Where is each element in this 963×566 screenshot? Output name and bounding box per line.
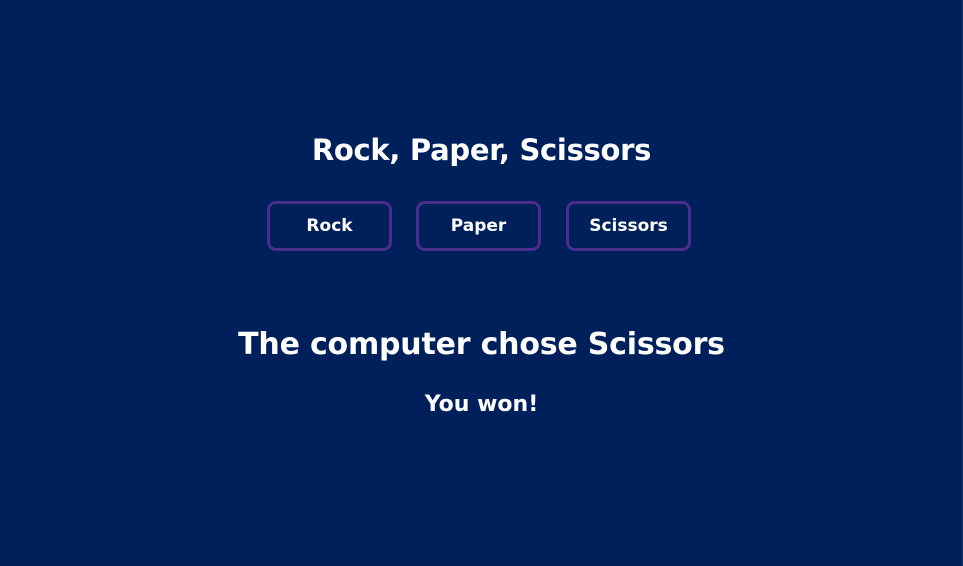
rock-button[interactable]: Rock [267, 201, 392, 251]
page-title: Rock, Paper, Scissors [311, 133, 652, 167]
scissors-button[interactable]: Scissors [566, 201, 691, 251]
choice-button-group: Rock Paper Scissors [267, 201, 692, 251]
paper-button[interactable]: Paper [416, 201, 541, 251]
computer-choice-text: The computer chose Scissors [238, 327, 725, 362]
result-text: You won! [424, 392, 539, 417]
